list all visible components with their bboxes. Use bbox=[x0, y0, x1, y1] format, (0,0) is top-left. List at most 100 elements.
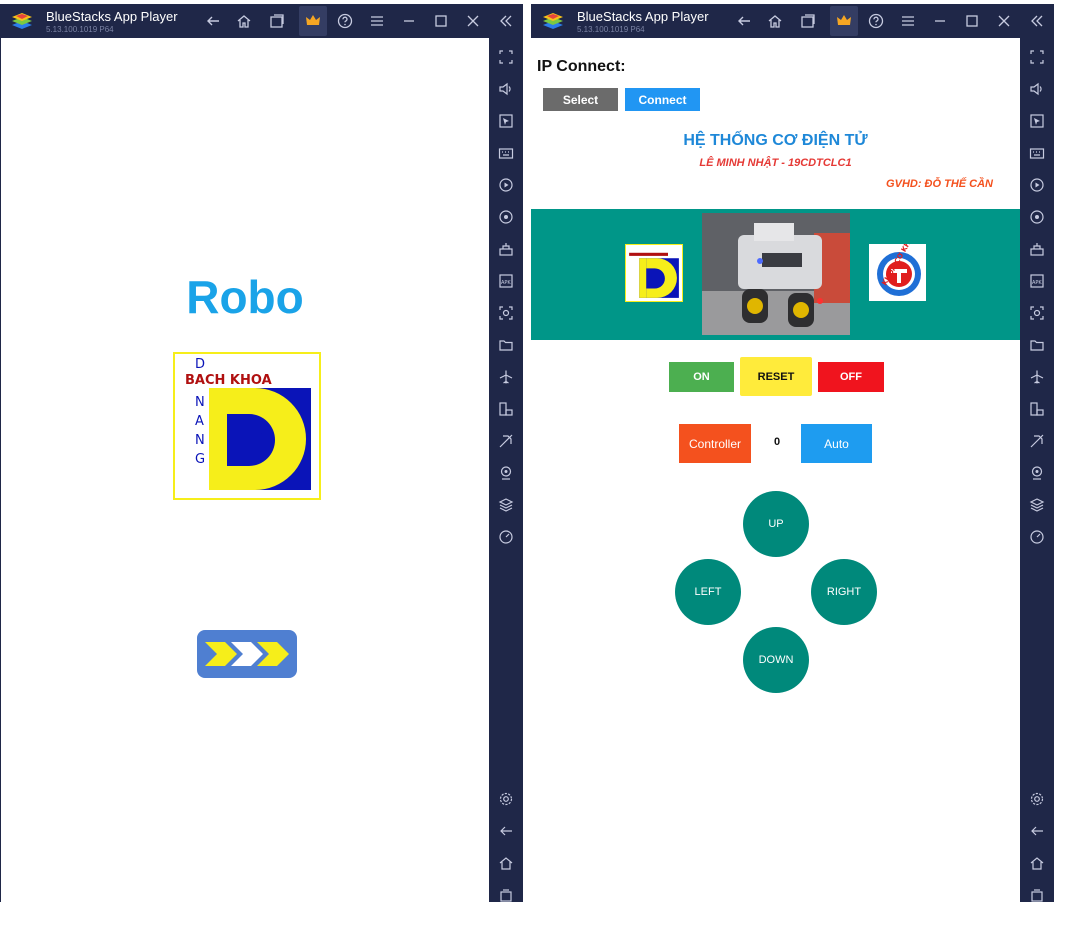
robot-car-image bbox=[702, 213, 850, 335]
resize-icon[interactable] bbox=[1028, 400, 1046, 418]
advisor-label: GVHD: ĐỖ THẾ CẦN bbox=[886, 178, 993, 190]
record-icon[interactable] bbox=[1028, 208, 1046, 226]
menu-icon[interactable] bbox=[366, 10, 388, 32]
on-button[interactable]: ON bbox=[669, 362, 734, 392]
bach-khoa-logo: D BACH KHOA N A N G bbox=[173, 352, 321, 500]
logo-letter: G bbox=[195, 452, 205, 467]
robot-car-photo bbox=[702, 213, 850, 335]
logo-letter: D bbox=[195, 357, 205, 372]
maximize-icon[interactable] bbox=[430, 10, 452, 32]
screenshot-icon[interactable] bbox=[497, 304, 515, 322]
up-button[interactable]: UP bbox=[743, 491, 809, 557]
screenshot-icon[interactable] bbox=[1028, 304, 1046, 322]
help-icon[interactable] bbox=[865, 10, 887, 32]
volume-icon[interactable] bbox=[1028, 80, 1046, 98]
reset-button[interactable]: RESET bbox=[740, 357, 812, 396]
home-icon[interactable] bbox=[1028, 854, 1046, 872]
android-screen: Robo D BACH KHOA N A N G bbox=[0, 38, 489, 902]
apk-build-icon[interactable] bbox=[1028, 240, 1046, 258]
select-button[interactable]: Select bbox=[543, 88, 618, 111]
cursor-icon[interactable] bbox=[1028, 112, 1046, 130]
home-icon[interactable] bbox=[497, 854, 515, 872]
location-icon[interactable] bbox=[1028, 464, 1046, 482]
side-toolbar: APK bbox=[1020, 38, 1054, 902]
connect-button[interactable]: Connect bbox=[625, 88, 700, 111]
window-title: BlueStacks App Player bbox=[577, 9, 709, 24]
keyboard-icon[interactable] bbox=[1028, 144, 1046, 162]
close-icon[interactable] bbox=[462, 10, 484, 32]
back-icon[interactable] bbox=[1028, 822, 1046, 840]
help-icon[interactable] bbox=[334, 10, 356, 32]
layers-icon[interactable] bbox=[497, 496, 515, 514]
collapse-sidebar-icon[interactable] bbox=[495, 10, 517, 32]
app-title: Robo bbox=[186, 271, 304, 323]
ip-connect-label: IP Connect: bbox=[537, 58, 626, 75]
title-bar: BlueStacks App Player 5.13.100.1019 P64 bbox=[531, 4, 1054, 38]
khoa-co-khi-logo: KHOA CƠ KHÍ bbox=[869, 237, 926, 301]
bach-khoa-logo bbox=[625, 244, 683, 302]
controller-button[interactable]: Controller bbox=[679, 424, 751, 463]
folder-icon[interactable] bbox=[497, 336, 515, 354]
keyboard-icon[interactable] bbox=[497, 144, 515, 162]
left-button[interactable]: LEFT bbox=[675, 559, 741, 625]
record-icon[interactable] bbox=[497, 208, 515, 226]
back-icon[interactable] bbox=[202, 10, 224, 32]
multi-instance-icon[interactable] bbox=[797, 10, 819, 32]
header-banner: KHOA CƠ KHÍ bbox=[531, 209, 1020, 340]
maximize-icon[interactable] bbox=[961, 10, 983, 32]
svg-text:APK: APK bbox=[1032, 280, 1042, 286]
menu-icon[interactable] bbox=[897, 10, 919, 32]
back-icon[interactable] bbox=[497, 822, 515, 840]
minimize-icon[interactable] bbox=[929, 10, 951, 32]
bluestacks-logo-icon bbox=[12, 13, 32, 29]
apk-build-icon[interactable] bbox=[497, 240, 515, 258]
settings-icon[interactable] bbox=[1028, 790, 1046, 808]
forward-arrows-icon bbox=[205, 642, 289, 666]
folder-icon[interactable] bbox=[1028, 336, 1046, 354]
location-icon[interactable] bbox=[497, 464, 515, 482]
airplane-icon[interactable] bbox=[497, 368, 515, 386]
fullscreen-icon[interactable] bbox=[497, 48, 515, 66]
crown-icon[interactable] bbox=[299, 6, 327, 36]
logo-letter: N bbox=[195, 395, 205, 410]
recent-apps-icon[interactable] bbox=[1028, 886, 1046, 904]
system-heading: HỆ THỐNG CƠ ĐIỆN TỬ bbox=[683, 132, 868, 149]
close-icon[interactable] bbox=[993, 10, 1015, 32]
minimize-icon[interactable] bbox=[398, 10, 420, 32]
next-button[interactable] bbox=[197, 630, 297, 678]
khoa-co-khi-logo-graphic: KHOA CƠ KHÍ bbox=[877, 237, 921, 296]
home-icon[interactable] bbox=[233, 10, 255, 32]
performance-icon[interactable] bbox=[1028, 528, 1046, 546]
settings-icon[interactable] bbox=[497, 790, 515, 808]
bluestacks-logo-icon bbox=[543, 13, 563, 29]
window-version: 5.13.100.1019 P64 bbox=[577, 25, 645, 34]
off-button[interactable]: OFF bbox=[818, 362, 884, 392]
eco-mode-icon[interactable] bbox=[497, 432, 515, 450]
eco-mode-icon[interactable] bbox=[1028, 432, 1046, 450]
window-title: BlueStacks App Player bbox=[46, 9, 178, 24]
fullscreen-icon[interactable] bbox=[1028, 48, 1046, 66]
multi-instance-icon[interactable] bbox=[266, 10, 288, 32]
crown-icon[interactable] bbox=[830, 6, 858, 36]
macro-play-icon[interactable] bbox=[497, 176, 515, 194]
airplane-icon[interactable] bbox=[1028, 368, 1046, 386]
macro-play-icon[interactable] bbox=[1028, 176, 1046, 194]
down-button[interactable]: DOWN bbox=[743, 627, 809, 693]
auto-button[interactable]: Auto bbox=[801, 424, 872, 463]
volume-icon[interactable] bbox=[497, 80, 515, 98]
apk-install-icon[interactable]: APK bbox=[1028, 272, 1046, 290]
recent-apps-icon[interactable] bbox=[497, 886, 515, 904]
collapse-sidebar-icon[interactable] bbox=[1026, 10, 1048, 32]
cursor-icon[interactable] bbox=[497, 112, 515, 130]
right-button[interactable]: RIGHT bbox=[811, 559, 877, 625]
bach-khoa-logo-graphic bbox=[629, 252, 679, 298]
bluestacks-window-right: BlueStacks App Player 5.13.100.1019 P64 … bbox=[531, 4, 1054, 902]
home-icon[interactable] bbox=[764, 10, 786, 32]
layers-icon[interactable] bbox=[1028, 496, 1046, 514]
android-screen: IP Connect: Select Connect HỆ THỐNG CƠ Đ… bbox=[531, 38, 1020, 902]
resize-icon[interactable] bbox=[497, 400, 515, 418]
logo-letter: N bbox=[195, 433, 205, 448]
back-icon[interactable] bbox=[733, 10, 755, 32]
performance-icon[interactable] bbox=[497, 528, 515, 546]
apk-install-icon[interactable]: APK bbox=[497, 272, 515, 290]
